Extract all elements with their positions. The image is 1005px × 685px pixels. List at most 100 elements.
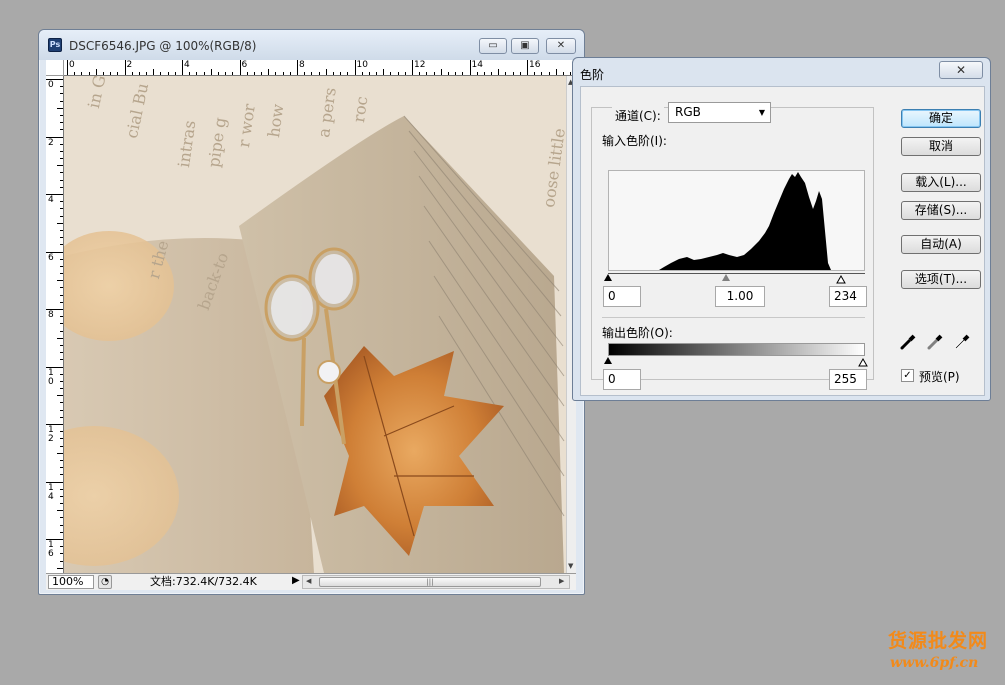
vertical-ruler[interactable]: 0 2 4 6 8 10 12 14 16 (46, 76, 64, 573)
gray-eyedropper-icon[interactable] (926, 333, 944, 351)
input-black-point-slider[interactable] (604, 274, 612, 281)
ruler-tick (88, 72, 90, 75)
ruler-tick (340, 72, 342, 75)
ruler-tick (60, 265, 63, 267)
preview-checkbox[interactable]: ✓ (901, 369, 914, 382)
ruler-tick (57, 452, 63, 454)
ruler-tick (562, 72, 564, 75)
ruler-tick (138, 72, 140, 75)
scroll-down-arrow-icon[interactable]: ▼ (568, 562, 573, 570)
input-white-point-slider[interactable] (836, 273, 846, 287)
channel-select[interactable]: RGB ▼ (668, 102, 771, 123)
ruler-label: 10 (48, 367, 54, 387)
channel-label: 通道(C): (612, 107, 664, 124)
save-button[interactable]: 存储(S)... (901, 201, 981, 220)
ruler-tick (60, 495, 63, 497)
ruler-tick (124, 60, 126, 75)
horizontal-ruler[interactable]: 0 2 4 6 8 10 12 14 16 (64, 60, 576, 76)
navigator-icon[interactable]: ◔ (98, 575, 112, 589)
ruler-tick (60, 388, 63, 390)
ruler-tick (297, 60, 298, 75)
ruler-label: 12 (48, 425, 54, 444)
cancel-button[interactable]: 取消 (901, 137, 981, 156)
ruler-tick (60, 344, 63, 346)
ruler-tick (332, 72, 334, 75)
section-divider (602, 317, 865, 318)
output-black-field[interactable]: 0 (603, 369, 641, 390)
dialog-title: 色阶 (580, 68, 605, 82)
ruler-label: 2 (48, 137, 54, 148)
dialog-close-button[interactable]: ✕ (939, 61, 983, 79)
histogram (608, 170, 865, 271)
ruler-tick (512, 72, 514, 75)
input-white-field[interactable]: 234 (829, 286, 867, 307)
ruler-tick (376, 72, 378, 75)
load-button[interactable]: 载入(L)... (901, 173, 981, 192)
ruler-tick (60, 531, 63, 533)
maximize-button[interactable]: ▣ (511, 38, 539, 54)
black-eyedropper-icon[interactable] (899, 333, 917, 351)
status-menu-arrow-icon[interactable]: ▶ (292, 575, 300, 586)
ruler-tick (426, 72, 428, 75)
ruler-tick (57, 280, 63, 282)
ruler-tick (60, 373, 63, 375)
ruler-tick (60, 474, 63, 476)
ruler-tick (60, 546, 63, 548)
ruler-tick (304, 72, 306, 75)
ruler-tick (196, 72, 198, 75)
input-black-field[interactable]: 0 (603, 286, 641, 307)
ruler-tick (60, 237, 63, 239)
ruler-tick (60, 114, 63, 116)
output-white-field[interactable]: 255 (829, 369, 867, 390)
ruler-tick (203, 72, 205, 75)
options-button[interactable]: 选项(T)... (901, 270, 981, 289)
input-slider-track (608, 273, 865, 274)
ruler-tick (67, 60, 68, 75)
ruler-tick (534, 72, 536, 75)
horizontal-scrollbar[interactable]: ◀ ||| ▶ (302, 575, 570, 589)
ruler-tick (275, 72, 277, 75)
ruler-label: 2 (126, 60, 133, 70)
minimize-button[interactable]: ▭ (479, 38, 507, 54)
output-white-slider[interactable] (858, 356, 868, 370)
ruler-tick (57, 222, 63, 224)
ok-button[interactable]: 确定 (901, 109, 981, 128)
ruler-tick (110, 72, 112, 75)
ruler-tick (174, 72, 176, 75)
ruler-tick (60, 488, 63, 490)
input-gamma-slider[interactable] (722, 274, 730, 281)
input-gamma-field[interactable]: 1.00 (715, 286, 765, 307)
ruler-tick (57, 165, 63, 167)
ruler-tick (404, 72, 406, 75)
zoom-level-field[interactable]: 100% (48, 575, 94, 589)
ruler-tick (60, 287, 63, 289)
ruler-tick (282, 72, 284, 75)
scroll-right-arrow-icon[interactable]: ▶ (559, 577, 564, 585)
document-size[interactable]: 文档:732.4K/732.4K (150, 576, 257, 588)
scroll-thumb[interactable]: ||| (319, 577, 541, 587)
ruler-tick (95, 69, 97, 75)
watermark-title: 货源批发网 (888, 630, 989, 652)
ruler-tick (491, 72, 493, 75)
chevron-down-icon: ▼ (758, 108, 765, 117)
ruler-tick (60, 150, 63, 152)
ruler-tick (60, 215, 63, 217)
white-eyedropper-icon[interactable] (953, 333, 971, 351)
ruler-tick (60, 352, 63, 354)
ruler-tick (368, 72, 370, 75)
scroll-left-arrow-icon[interactable]: ◀ (306, 577, 311, 585)
ruler-tick (498, 69, 500, 75)
photoshop-icon: Ps (48, 38, 62, 52)
ruler-label: 0 (48, 80, 54, 90)
auto-button[interactable]: 自动(A) (901, 235, 981, 254)
ruler-tick (60, 560, 63, 562)
ruler-label: 16 (48, 540, 54, 559)
image-canvas[interactable]: in Guan cial Bu intras pipe g r wor back… (64, 76, 566, 573)
ruler-tick (60, 316, 63, 318)
output-black-slider[interactable] (604, 357, 612, 364)
close-button[interactable]: ✕ (546, 38, 576, 54)
dialog-body: 通道(C): RGB ▼ 输入色阶(I): 0 1.00 234 输出色阶(O) (580, 86, 985, 396)
output-levels-label: 输出色阶(O): (602, 326, 673, 340)
ruler-origin[interactable] (46, 60, 64, 76)
document-titlebar[interactable]: Ps DSCF6546.JPG @ 100%(RGB/8) ▭ ▣ ✕ (39, 30, 584, 60)
